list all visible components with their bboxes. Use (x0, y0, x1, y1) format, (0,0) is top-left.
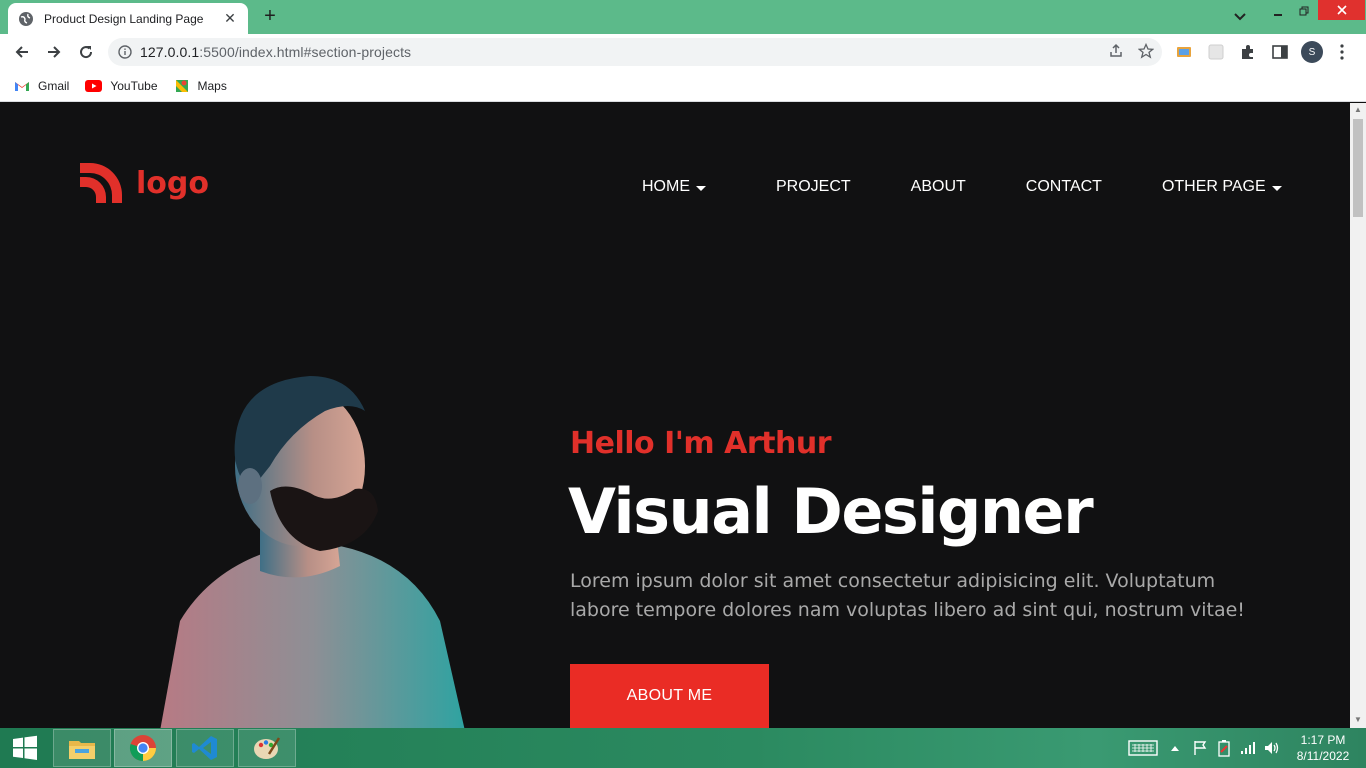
minimize-button[interactable] (1268, 0, 1288, 22)
show-hidden-icons-button[interactable] (1170, 728, 1180, 768)
windows-taskbar: 1:17 PM 8/11/2022 (0, 728, 1366, 768)
close-window-button[interactable] (1318, 0, 1365, 20)
gmail-icon (15, 81, 29, 91)
bookmark-label: Maps (197, 78, 227, 93)
more-menu-icon[interactable] (1340, 44, 1344, 60)
arrow-left-icon (15, 46, 28, 58)
side-panel-icon[interactable] (1271, 43, 1289, 61)
windows-logo-icon (13, 735, 37, 760)
new-tab-button[interactable]: + (259, 6, 281, 28)
caret-down-icon (696, 185, 706, 191)
network-tray[interactable] (1240, 728, 1256, 768)
nav-label: PROJECT (776, 178, 851, 195)
bookmark-gmail[interactable]: Gmail (14, 79, 69, 93)
url-text: 127.0.0.1:5500/index.html#section-projec… (140, 44, 411, 60)
bookmark-label: Gmail (38, 78, 70, 93)
about-me-button[interactable]: ABOUT ME (570, 664, 769, 728)
nav-project[interactable]: PROJECT (776, 178, 851, 196)
scroll-down-arrow[interactable]: ▼ (1353, 715, 1363, 725)
nav-home[interactable]: HOME (642, 178, 706, 196)
hero-description: Lorem ipsum dolor sit amet consectetur a… (570, 570, 1245, 621)
landing-page: logo HOME PROJECT ABOUT CONTACT OTHER PA… (0, 103, 1350, 728)
hero-portrait-image (160, 376, 465, 728)
page-scrollbar[interactable]: ▲ ▼ (1350, 103, 1366, 728)
site-logo[interactable]: logo (80, 161, 209, 205)
bookmark-star-icon[interactable] (1138, 43, 1154, 59)
puzzle-icon[interactable] (1239, 43, 1257, 61)
taskbar-chrome[interactable] (114, 729, 172, 767)
clock-date: 8/11/2022 (1296, 749, 1350, 763)
scroll-up-arrow[interactable]: ▲ (1353, 105, 1363, 115)
profile-avatar[interactable]: S (1301, 41, 1323, 63)
restore-button[interactable] (1294, 0, 1314, 22)
tab-title: Product Design Landing Page (44, 11, 204, 26)
bookmark-maps[interactable]: Maps (174, 78, 227, 94)
bookmark-youtube[interactable]: YouTube (85, 78, 158, 93)
youtube-icon (85, 79, 103, 92)
nav-label: CONTACT (1025, 178, 1102, 195)
reload-icon (80, 46, 93, 59)
arrow-right-icon (48, 46, 61, 58)
close-icon (1336, 5, 1347, 15)
bookmarks-bar: Gmail YouTube Maps (0, 70, 1366, 102)
nav-other-page[interactable]: OTHER PAGE (1162, 178, 1282, 196)
main-nav: HOME PROJECT ABOUT CONTACT OTHER PAGE (642, 178, 1282, 196)
start-button[interactable] (0, 728, 50, 768)
signal-icon (1241, 742, 1255, 754)
system-clock[interactable]: 1:17 PM 8/11/2022 (1288, 732, 1358, 764)
taskbar-vscode[interactable] (176, 729, 234, 767)
address-bar[interactable]: 127.0.0.1:5500/index.html#section-projec… (108, 38, 1162, 66)
url-host: 127.0.0.1 (140, 44, 200, 60)
battery-icon (1218, 740, 1230, 757)
globe-icon (19, 11, 33, 26)
extension-icon[interactable] (1207, 43, 1225, 61)
logo-text: logo (136, 165, 209, 201)
url-path: :5500/index.html#section-projects (199, 44, 412, 60)
speaker-icon (1265, 742, 1279, 754)
chevron-up-icon (1171, 746, 1179, 751)
scroll-thumb[interactable] (1353, 119, 1363, 217)
caret-down-icon (1271, 185, 1282, 191)
browser-toolbar: 127.0.0.1:5500/index.html#section-projec… (0, 34, 1366, 70)
vscode-icon (192, 736, 217, 760)
back-button[interactable] (12, 42, 32, 62)
tab-search-button[interactable] (1229, 6, 1251, 28)
chevron-down-icon (1234, 13, 1246, 21)
reload-button[interactable] (76, 42, 96, 62)
taskbar-paint[interactable] (238, 729, 296, 767)
taskbar-file-explorer[interactable] (53, 729, 111, 767)
clock-time: 1:17 PM (1300, 733, 1346, 747)
chrome-icon (129, 735, 156, 762)
flag-icon (1194, 741, 1207, 755)
minimize-icon (1274, 14, 1282, 16)
hero-title: Visual Designer (568, 475, 1094, 548)
keyboard-tray[interactable] (1128, 728, 1158, 768)
nav-contact[interactable]: CONTACT (1026, 178, 1102, 196)
nav-label: ABOUT (910, 178, 966, 195)
volume-tray[interactable] (1264, 728, 1280, 768)
media-router-icon[interactable] (1175, 43, 1193, 61)
nav-about[interactable]: ABOUT (911, 178, 966, 196)
forward-button[interactable] (44, 42, 64, 62)
battery-tray[interactable] (1216, 728, 1232, 768)
info-icon[interactable] (118, 45, 132, 59)
maps-icon (175, 79, 188, 92)
action-center-flag[interactable] (1192, 728, 1208, 768)
hero-greeting: Hello I'm Arthur (570, 426, 832, 461)
bookmark-label: YouTube (110, 78, 158, 93)
tab-strip: Product Design Landing Page ✕ + (0, 0, 1366, 34)
restore-icon (1299, 6, 1309, 16)
file-explorer-icon (69, 741, 95, 759)
logo-mark-icon (80, 163, 122, 203)
nav-label: OTHER PAGE (1161, 178, 1266, 195)
nav-label: HOME (642, 178, 690, 195)
paint-icon (254, 737, 281, 759)
touch-keyboard-icon (1128, 740, 1158, 756)
tab-close-button[interactable]: ✕ (222, 10, 238, 27)
share-icon[interactable] (1108, 43, 1124, 59)
active-tab[interactable]: Product Design Landing Page ✕ (8, 3, 248, 34)
